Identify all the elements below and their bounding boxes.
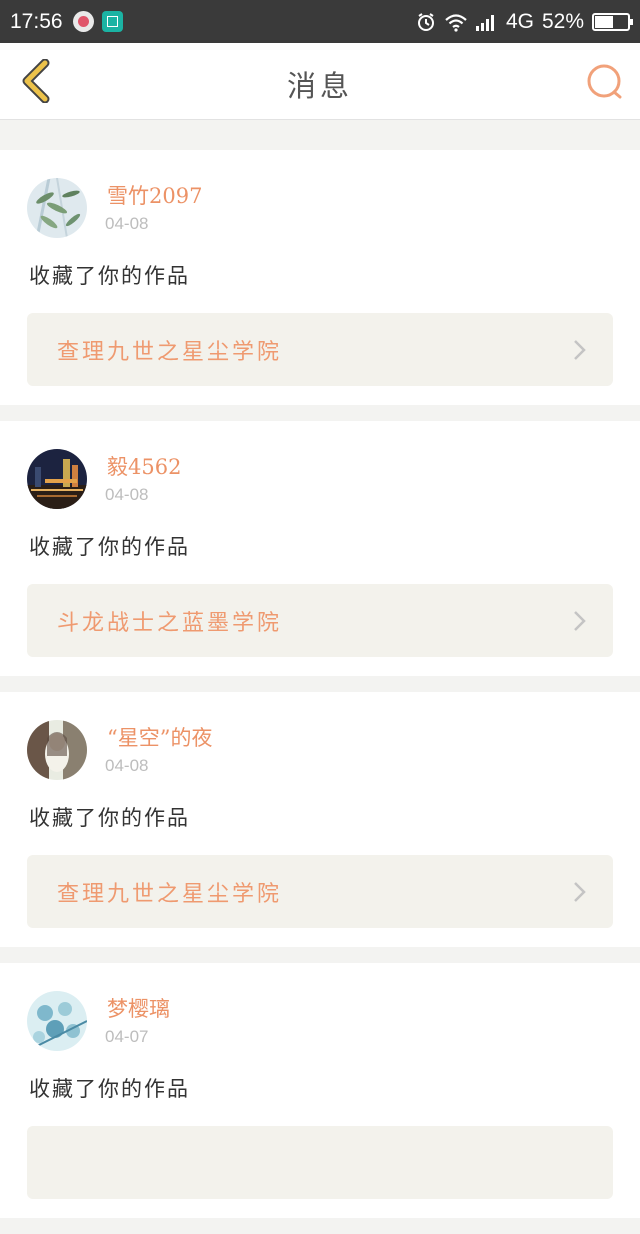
network-type: 4G <box>505 9 534 33</box>
message-card: “星空”的夜 04-08 收藏了你的作品 查理九世之星尘学院 <box>0 692 640 947</box>
work-title: 斗龙战士之蓝墨学院 <box>57 610 283 636</box>
work-title: 查理九世之星尘学院 <box>57 881 283 907</box>
message-card: 毅4562 04-08 收藏了你的作品 斗龙战士之蓝墨学院 <box>0 421 640 676</box>
chevron-right-icon <box>574 882 586 902</box>
blue-flowers-avatar[interactable] <box>27 991 87 1051</box>
search-button[interactable] <box>584 61 626 103</box>
message-date: 04-08 <box>105 485 149 504</box>
chevron-right-icon <box>574 340 586 360</box>
search-icon <box>587 64 622 99</box>
message-date: 04-07 <box>105 1027 149 1046</box>
alarm-icon <box>417 12 434 31</box>
message-action-text: 收藏了你的作品 <box>29 1077 190 1101</box>
work-title: 查理九世之星尘学院 <box>57 339 283 365</box>
message-action-text: 收藏了你的作品 <box>29 535 190 559</box>
sender-username[interactable]: 梦樱璃 <box>107 993 170 1023</box>
message-action-text: 收藏了你的作品 <box>29 264 190 288</box>
sender-username[interactable]: “星空”的夜 <box>107 722 212 752</box>
sender-username[interactable]: 毅4562 <box>107 451 181 481</box>
status-right-group: 4G 52% <box>416 9 633 34</box>
screenshot-notification-icon <box>101 11 123 32</box>
work-link[interactable]: 查理九世之星尘学院 <box>27 313 613 386</box>
battery-icon <box>592 12 633 31</box>
message-date: 04-08 <box>105 756 149 775</box>
work-link[interactable] <box>27 1126 613 1199</box>
message-list: 雪竹2097 04-08 收藏了你的作品 查理九世之星尘学院 毅4562 04-… <box>0 150 640 1234</box>
wifi-icon <box>445 13 467 32</box>
message-card: 雪竹2097 04-08 收藏了你的作品 查理九世之星尘学院 <box>0 150 640 405</box>
nav-bar: 消息 <box>0 43 640 120</box>
page-title: 消息 <box>286 69 353 103</box>
status-bar: 17:56 4G 52% <box>0 0 640 43</box>
bamboo-avatar[interactable] <box>27 178 87 238</box>
girl-avatar[interactable] <box>27 720 87 780</box>
work-link[interactable]: 斗龙战士之蓝墨学院 <box>27 584 613 657</box>
notification-app-icon <box>72 11 94 32</box>
work-link[interactable]: 查理九世之星尘学院 <box>27 855 613 928</box>
battery-percent: 52% <box>541 9 584 33</box>
message-action-text: 收藏了你的作品 <box>29 806 190 830</box>
chevron-right-icon <box>574 611 586 631</box>
sender-username[interactable]: 雪竹2097 <box>107 180 202 210</box>
signal-icon <box>475 14 494 31</box>
message-date: 04-08 <box>105 214 149 233</box>
status-time: 17:56 <box>10 9 63 33</box>
message-card: 梦樱璃 04-07 收藏了你的作品 <box>0 963 640 1218</box>
city-night-avatar[interactable] <box>27 449 87 509</box>
